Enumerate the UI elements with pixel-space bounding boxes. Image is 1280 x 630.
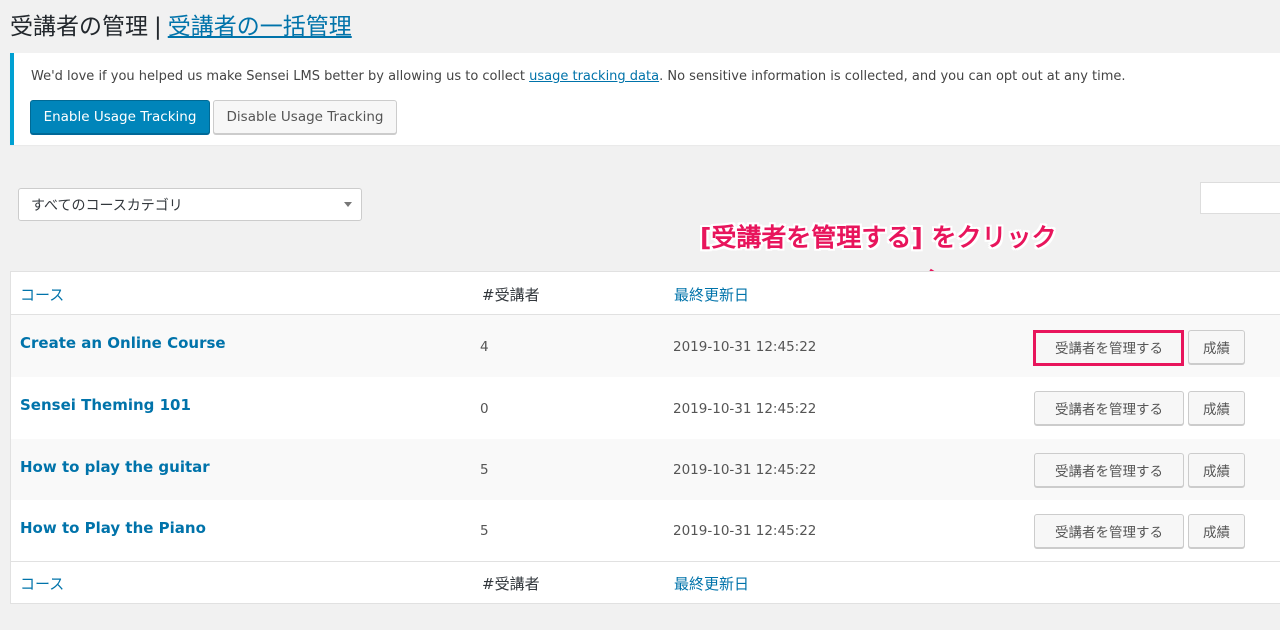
- course-link[interactable]: How to Play the Piano: [20, 519, 206, 537]
- table-footer: コース #受講者 最終更新日: [11, 561, 1280, 605]
- annotation-callout: [受講者を管理する] をクリック: [700, 223, 1057, 252]
- chevron-down-icon: [344, 202, 352, 207]
- column-course[interactable]: コース: [20, 284, 64, 305]
- grading-button[interactable]: 成績: [1188, 330, 1245, 364]
- course-category-selected: すべてのコースカテゴリ: [31, 197, 183, 214]
- grading-button[interactable]: 成績: [1188, 514, 1245, 548]
- grading-button[interactable]: 成績: [1188, 391, 1245, 425]
- course-link[interactable]: Create an Online Course: [20, 334, 226, 352]
- column-last-updated[interactable]: 最終更新日: [674, 284, 749, 305]
- notice-message: We'd love if you helped us make Sensei L…: [31, 67, 1126, 87]
- table-row: How to play the guitar 5 2019-10-31 12:4…: [11, 439, 1280, 500]
- usage-tracking-notice: We'd love if you helped us make Sensei L…: [10, 53, 1280, 145]
- last-updated: 2019-10-31 12:45:22: [673, 401, 817, 417]
- page-title-text: 受講者の管理: [10, 14, 148, 40]
- search-input[interactable]: [1200, 182, 1280, 214]
- learner-count: 4: [480, 339, 489, 355]
- table-row: Sensei Theming 101 0 2019-10-31 12:45:22…: [11, 377, 1280, 439]
- bulk-manage-link[interactable]: 受講者の一括管理: [168, 14, 352, 40]
- table-row: How to Play the Piano 5 2019-10-31 12:45…: [11, 500, 1280, 561]
- learner-count: 5: [480, 462, 489, 478]
- course-category-select[interactable]: すべてのコースカテゴリ: [18, 188, 362, 221]
- title-separator: |: [154, 14, 162, 40]
- last-updated: 2019-10-31 12:45:22: [673, 523, 817, 539]
- usage-tracking-link[interactable]: usage tracking data: [529, 69, 659, 84]
- column-last-updated[interactable]: 最終更新日: [674, 573, 749, 594]
- manage-learners-button[interactable]: 受講者を管理する: [1034, 391, 1184, 425]
- last-updated: 2019-10-31 12:45:22: [673, 462, 817, 478]
- manage-learners-button[interactable]: 受講者を管理する: [1034, 514, 1184, 548]
- column-learners: #受講者: [482, 286, 540, 304]
- enable-usage-tracking-button[interactable]: Enable Usage Tracking: [30, 100, 210, 134]
- disable-usage-tracking-button[interactable]: Disable Usage Tracking: [213, 100, 397, 134]
- course-link[interactable]: Sensei Theming 101: [20, 396, 191, 414]
- column-course[interactable]: コース: [20, 573, 64, 594]
- page-title: 受講者の管理 | 受講者の一括管理: [10, 10, 352, 44]
- notice-text-before: We'd love if you helped us make Sensei L…: [31, 69, 530, 84]
- column-learners: #受講者: [482, 575, 540, 593]
- grading-button[interactable]: 成績: [1188, 453, 1245, 487]
- table-header: コース #受講者 最終更新日: [11, 272, 1280, 315]
- last-updated: 2019-10-31 12:45:22: [673, 339, 817, 355]
- table-row: Create an Online Course 4 2019-10-31 12:…: [11, 315, 1280, 377]
- manage-learners-button[interactable]: 受講者を管理する: [1034, 453, 1184, 487]
- manage-learners-button[interactable]: 受講者を管理する: [1034, 330, 1184, 364]
- course-link[interactable]: How to play the guitar: [20, 458, 210, 476]
- learner-count: 5: [480, 523, 489, 539]
- notice-text-after: . No sensitive information is collected,…: [659, 69, 1126, 84]
- courses-table: コース #受講者 最終更新日 Create an Online Course 4…: [10, 271, 1280, 604]
- learner-count: 0: [480, 401, 489, 417]
